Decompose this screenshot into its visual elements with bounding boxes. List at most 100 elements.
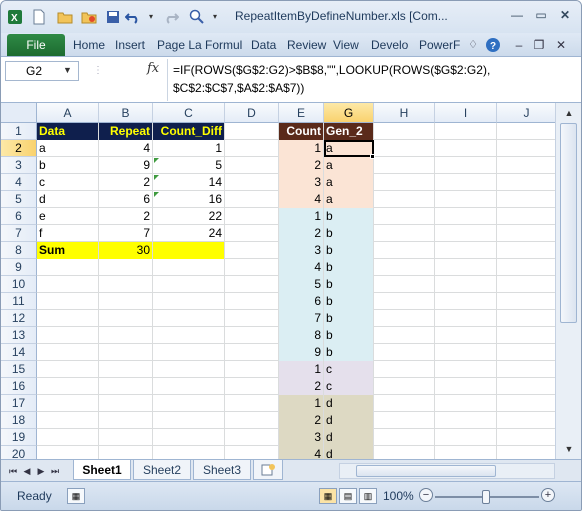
file-tab[interactable]: File <box>7 34 65 56</box>
row-header-19[interactable]: 19 <box>1 429 37 446</box>
help-icon[interactable]: ? <box>485 37 501 53</box>
first-sheet-icon[interactable]: ⏮ <box>7 464 19 478</box>
gen-cell[interactable]: b <box>324 225 373 242</box>
error-indicator-icon[interactable] <box>154 192 159 197</box>
active-cell-g2[interactable] <box>324 140 374 157</box>
row-header-9[interactable]: 9 <box>1 259 37 276</box>
tab-sheet1[interactable]: Sheet1 <box>73 460 131 480</box>
table-row-repeat[interactable]: 2 <box>99 208 152 225</box>
tab-data[interactable]: Data <box>251 38 276 52</box>
sum-label[interactable]: Sum <box>37 242 98 259</box>
tab-insert[interactable]: Insert <box>115 38 145 52</box>
gen-cell[interactable]: b <box>324 293 373 310</box>
count-cell[interactable]: 4 <box>279 259 323 276</box>
error-indicator-icon[interactable] <box>154 158 159 163</box>
save-icon[interactable] <box>105 9 121 25</box>
count-cell[interactable]: 8 <box>279 327 323 344</box>
column-header-c[interactable]: C <box>153 103 225 123</box>
row-header-13[interactable]: 13 <box>1 327 37 344</box>
gen-cell[interactable]: b <box>324 327 373 344</box>
name-box-dropdown-icon[interactable]: ▼ <box>63 61 72 79</box>
header-count[interactable]: Count <box>279 123 323 140</box>
tab-review[interactable]: Review <box>287 38 326 52</box>
table-row-count-diff[interactable]: 5 <box>153 157 224 174</box>
tab-page-layout[interactable]: Page La <box>157 38 202 52</box>
sum-empty-cell[interactable] <box>153 242 224 259</box>
table-row-repeat[interactable]: 6 <box>99 191 152 208</box>
column-header-g[interactable]: G <box>324 103 374 123</box>
header-gen-2[interactable]: Gen_2 <box>324 123 373 140</box>
row-header-1[interactable]: 1 <box>1 123 37 140</box>
undo-icon[interactable] <box>125 9 141 25</box>
row-header-12[interactable]: 12 <box>1 310 37 327</box>
open-star-icon[interactable] <box>81 9 97 25</box>
doc-minimize-icon[interactable]: – <box>511 37 527 53</box>
tab-sheet3[interactable]: Sheet3 <box>193 460 251 480</box>
formula-input[interactable]: =IF(ROWS($G$2:G2)>$B$8,"",LOOKUP(ROWS($G… <box>173 61 563 97</box>
row-header-14[interactable]: 14 <box>1 344 37 361</box>
table-row-count-diff[interactable]: 16 <box>153 191 224 208</box>
column-header-d[interactable]: D <box>225 103 279 123</box>
header-count-diff[interactable]: Count_Diff <box>153 123 224 140</box>
select-all-corner[interactable] <box>1 103 37 123</box>
column-header-e[interactable]: E <box>279 103 324 123</box>
table-row-count-diff[interactable]: 24 <box>153 225 224 242</box>
zoom-level[interactable]: 100% <box>383 489 414 503</box>
redo-icon[interactable] <box>163 9 179 25</box>
sum-value[interactable]: 30 <box>99 242 152 259</box>
tab-home[interactable]: Home <box>73 38 105 52</box>
count-cell[interactable]: 2 <box>279 378 323 395</box>
open-folder-icon[interactable] <box>57 9 73 25</box>
undo-dropdown-icon[interactable]: ▾ <box>143 9 159 25</box>
gen-cell[interactable]: d <box>324 429 373 446</box>
table-row-data[interactable]: e <box>37 208 98 225</box>
table-row-repeat[interactable]: 4 <box>99 140 152 157</box>
count-cell[interactable]: 3 <box>279 174 323 191</box>
gen-cell[interactable]: c <box>324 378 373 395</box>
row-header-4[interactable]: 4 <box>1 174 37 191</box>
normal-view-icon[interactable]: ▦ <box>319 488 337 504</box>
row-header-15[interactable]: 15 <box>1 361 37 378</box>
column-header-i[interactable]: I <box>435 103 497 123</box>
zoom-in-icon[interactable]: + <box>541 488 555 502</box>
fill-handle[interactable] <box>370 154 375 159</box>
row-header-18[interactable]: 18 <box>1 412 37 429</box>
count-cell[interactable]: 3 <box>279 242 323 259</box>
count-cell[interactable]: 4 <box>279 191 323 208</box>
vertical-scrollbar[interactable]: ▲ ▼ <box>555 103 581 459</box>
gen-cell[interactable]: d <box>324 412 373 429</box>
vertical-scroll-thumb[interactable] <box>560 123 577 323</box>
gen-cell[interactable]: d <box>324 395 373 412</box>
doc-close-icon[interactable]: ✕ <box>553 37 569 53</box>
row-header-6[interactable]: 6 <box>1 208 37 225</box>
horizontal-scroll-thumb[interactable] <box>356 465 496 477</box>
count-cell[interactable]: 3 <box>279 429 323 446</box>
row-header-3[interactable]: 3 <box>1 157 37 174</box>
row-header-16[interactable]: 16 <box>1 378 37 395</box>
count-cell[interactable]: 6 <box>279 293 323 310</box>
count-cell[interactable]: 5 <box>279 276 323 293</box>
gen-cell[interactable]: a <box>324 174 373 191</box>
table-row-data[interactable]: f <box>37 225 98 242</box>
gen-cell[interactable]: c <box>324 361 373 378</box>
insert-function-icon[interactable]: fx <box>147 61 159 76</box>
table-row-repeat[interactable]: 9 <box>99 157 152 174</box>
count-cell[interactable]: 4 <box>279 446 323 459</box>
new-file-icon[interactable] <box>31 9 47 25</box>
count-cell[interactable]: 2 <box>279 225 323 242</box>
excel-logo-icon[interactable]: X <box>7 9 23 25</box>
table-row-data[interactable]: c <box>37 174 98 191</box>
customize-toolbar-icon[interactable]: ▾ <box>207 9 223 25</box>
row-header-11[interactable]: 11 <box>1 293 37 310</box>
column-header-h[interactable]: H <box>374 103 435 123</box>
minimize-icon[interactable]: — <box>507 6 527 24</box>
gen-cell[interactable]: a <box>324 157 373 174</box>
error-indicator-icon[interactable] <box>154 175 159 180</box>
prev-sheet-icon[interactable]: ◀ <box>21 464 33 478</box>
gen-cell[interactable]: b <box>324 208 373 225</box>
gen-cell[interactable]: b <box>324 276 373 293</box>
gen-cell[interactable]: b <box>324 310 373 327</box>
row-header-8[interactable]: 8 <box>1 242 37 259</box>
table-row-count-diff[interactable]: 14 <box>153 174 224 191</box>
last-sheet-icon[interactable]: ⏭ <box>49 464 61 478</box>
